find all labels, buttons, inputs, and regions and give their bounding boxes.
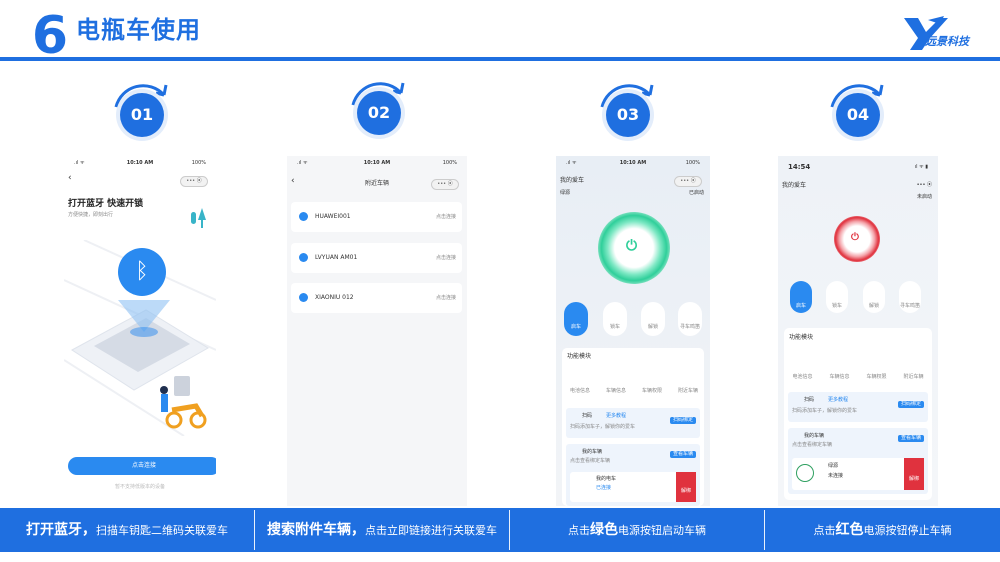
function-battery[interactable]: 电池信息	[784, 374, 821, 381]
bluetooth-dot-icon	[299, 293, 308, 302]
find-car-action-button[interactable]: 寻车鸣笛	[678, 302, 702, 336]
page-title: 电瓶车使用	[76, 16, 201, 44]
brand-label: 绿源	[560, 190, 571, 196]
function-module-panel: 功能模块 电池信息 车辆信息 车辆权限 附近车辆 扫码 更多教程 扫码添加车子，…	[562, 348, 704, 506]
vehicle-item[interactable]: 我的电车 已连接 解绑	[570, 472, 696, 502]
mini-program-capsule[interactable]: ••• ⦿	[180, 176, 208, 187]
function-nearby[interactable]: 附近车辆	[670, 388, 706, 395]
car-title: 我的爱车	[782, 182, 807, 189]
menu-icon[interactable]: ••• ⦿	[917, 182, 932, 189]
my-vehicle-card: 我的车辆 点击查看绑定车辆 查看车辆 我的电车 已连接 解绑	[566, 444, 700, 506]
bluetooth-heading: 打开蓝牙 快速开锁	[68, 199, 144, 209]
scan-card: 扫码 更多教程 扫码添加车子，解锁你的爱车 扫码绑定	[788, 392, 928, 422]
lock-action-button[interactable]: 锁车	[603, 302, 627, 336]
phone-screen-nearby: .ıl ᯤ 10:10 AM 100% ‹ 附近车辆 ••• ⦿ HUAWEI001…	[287, 156, 467, 506]
device-row[interactable]: LVYUAN AM01 点击连接	[291, 243, 462, 273]
connect-button[interactable]: 点击连接	[68, 457, 216, 475]
bluetooth-dot-icon	[299, 253, 308, 262]
device-row[interactable]: HUAWEI001 点击连接	[291, 202, 462, 232]
bluetooth-icon: ᛒ	[118, 248, 166, 296]
bluetooth-dot-icon	[299, 212, 308, 221]
find-car-action-button[interactable]: 寻车鸣笛	[899, 281, 921, 313]
step-badge-01: 01	[106, 79, 178, 151]
bluetooth-subheading: 方便快捷，即刻出行	[68, 212, 114, 218]
support-note: 暂不支持低版本的设备	[114, 484, 165, 490]
red-power-button[interactable]: ⏻	[834, 216, 880, 262]
power-icon: ⏻	[851, 232, 859, 243]
scan-bind-button[interactable]: 扫码绑定	[669, 417, 696, 424]
phone-screen-bluetooth: .ıl ᯤ 10:10 AM 100% ‹ ••• ⦿ 打开蓝牙 快速开锁 方便快捷…	[64, 156, 216, 506]
start-action-button[interactable]: 启车	[790, 281, 812, 313]
caption-step-2: 搜索附件车辆，点击立即链接进行关联爱车	[267, 522, 497, 538]
tree-icon	[191, 208, 206, 228]
function-vehicle[interactable]: 车辆信息	[598, 388, 634, 395]
lock-action-button[interactable]: 锁车	[826, 281, 848, 313]
unbind-button[interactable]: 解绑	[904, 458, 924, 490]
step-badge-03: 03	[592, 79, 664, 151]
function-permission[interactable]: 车辆权限	[634, 388, 670, 395]
function-permission[interactable]: 车辆权限	[858, 374, 895, 381]
status-label: 已启动	[688, 190, 704, 196]
caption-step-3: 点击绿色电源按钮启动车辆	[568, 522, 706, 538]
step-badge-04: 04	[822, 79, 894, 151]
section-number: 6	[31, 6, 69, 66]
my-vehicle-card: 我的车辆 点击查看绑定车辆 查看车辆 绿源 未连接 解绑	[788, 428, 928, 494]
unbind-button[interactable]: 解绑	[676, 472, 696, 502]
header-divider	[0, 57, 1000, 61]
car-title: 我的爱车	[560, 177, 585, 184]
caption-step-1: 打开蓝牙，扫描车钥匙二维码关联爱车	[26, 522, 228, 538]
vehicle-item[interactable]: 绿源 未连接 解绑	[792, 458, 924, 490]
phone-screen-stop: 14:54 ıl ᯤ ▮ 我的爱车 ••• ⦿ 未启动 ⏻ 启车 锁车 解锁 寻车…	[778, 156, 938, 506]
logo-text: 远景科技	[925, 35, 969, 48]
green-power-button[interactable]: ⏻	[598, 212, 670, 284]
function-nearby[interactable]: 附近车辆	[895, 374, 932, 381]
power-icon: ⏻	[626, 238, 638, 254]
view-vehicle-button[interactable]: 查看车辆	[897, 435, 924, 442]
phone-screen-start: .ıl ᯤ 10:10 AM 100% 我的爱车 ••• ⦿ 绿源 已启动 ⏻ 启车…	[556, 156, 710, 506]
step-badge-02: 02	[343, 77, 415, 149]
function-vehicle[interactable]: 车辆信息	[821, 374, 858, 381]
brand-logo-icon	[796, 464, 814, 482]
start-action-button[interactable]: 启车	[564, 302, 588, 336]
unlock-action-button[interactable]: 解锁	[863, 281, 885, 313]
function-module-panel: 功能模块 电池信息 车辆信息 车辆权限 附近车辆 扫码 更多教程 扫码添加车子，…	[784, 328, 932, 500]
view-vehicle-button[interactable]: 查看车辆	[669, 451, 696, 458]
scan-bind-button[interactable]: 扫码绑定	[897, 401, 924, 408]
unlock-action-button[interactable]: 解锁	[641, 302, 665, 336]
device-row[interactable]: XIAONIU 012 点击连接	[291, 283, 462, 313]
status-label: 未启动	[916, 194, 932, 200]
mini-program-capsule[interactable]: ••• ⦿	[674, 176, 702, 187]
back-icon[interactable]: ‹	[68, 174, 72, 183]
mini-program-capsule[interactable]: ••• ⦿	[431, 179, 459, 190]
function-battery[interactable]: 电池信息	[562, 388, 598, 395]
scan-card: 扫码 更多教程 扫码添加车子，解锁你的爱车 扫码绑定	[566, 408, 700, 438]
caption-step-4: 点击红色电源按钮停止车辆	[813, 522, 952, 538]
